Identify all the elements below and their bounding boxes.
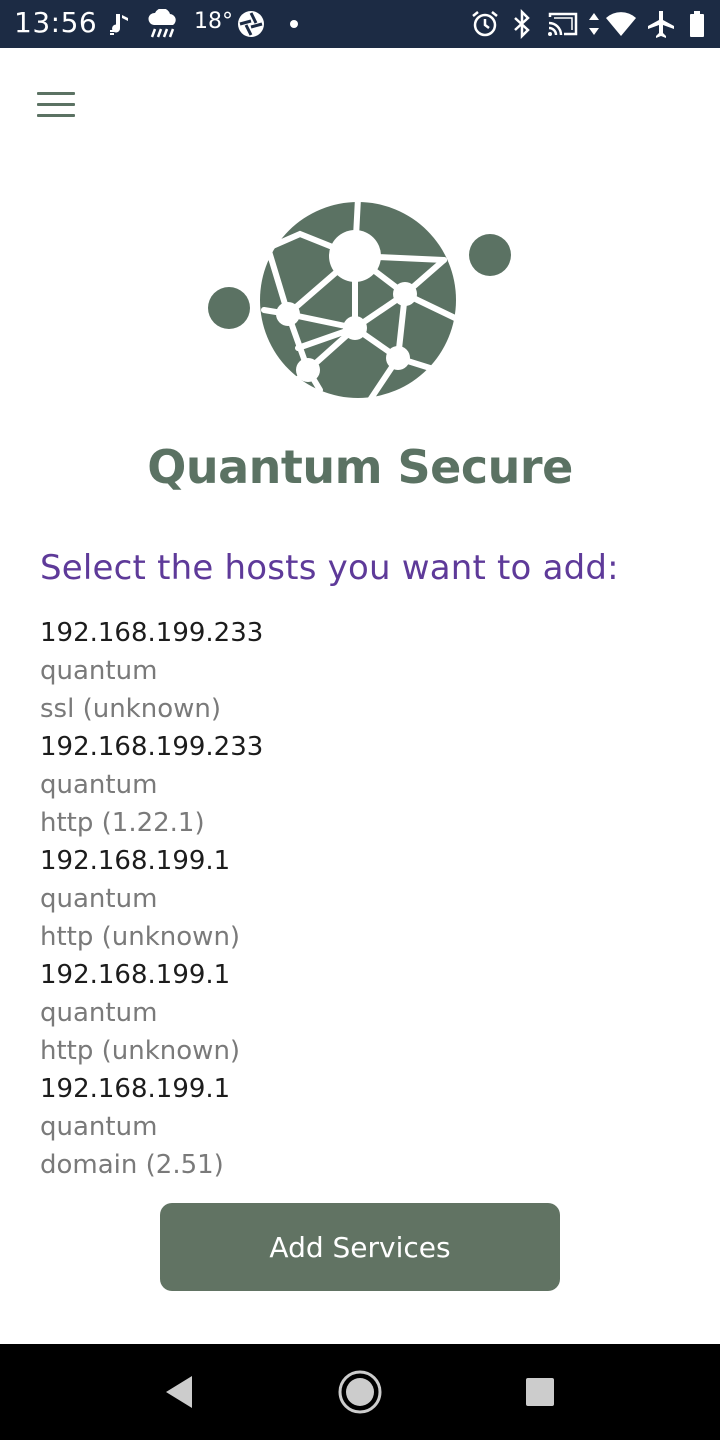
- nav-bar: [0, 1344, 720, 1440]
- host-service: domain (2.51): [40, 1150, 224, 1180]
- menu-button[interactable]: [28, 82, 84, 126]
- wifi-icon: [604, 8, 638, 40]
- host-item[interactable]: 192.168.199.233 quantum http (1.22.1): [40, 728, 680, 842]
- host-name: quantum: [40, 770, 158, 800]
- host-item[interactable]: 192.168.199.1 quantum domain (2.51): [40, 1070, 680, 1184]
- bluetooth-icon: [510, 8, 534, 40]
- recents-icon: [526, 1378, 554, 1406]
- section-title: Select the hosts you want to add:: [40, 548, 619, 588]
- back-icon: [166, 1376, 192, 1408]
- alarm-icon: [470, 8, 500, 40]
- network-globe-logo: [200, 190, 530, 410]
- host-service: http (unknown): [40, 922, 241, 952]
- cast-icon: [546, 8, 580, 40]
- status-temperature: 18°: [194, 9, 233, 34]
- host-ip: 192.168.199.233: [40, 732, 264, 762]
- home-button[interactable]: [330, 1368, 390, 1416]
- host-ip: 192.168.199.1: [40, 846, 231, 876]
- app-title: Quantum Secure: [147, 440, 573, 494]
- add-services-button[interactable]: Add Services: [160, 1203, 560, 1291]
- host-item[interactable]: 192.168.199.1 quantum http (unknown): [40, 956, 680, 1070]
- music-note-icon: [106, 8, 132, 40]
- recents-button[interactable]: [510, 1368, 570, 1416]
- host-ip: 192.168.199.1: [40, 1074, 231, 1104]
- aperture-icon: [236, 8, 266, 40]
- host-name: quantum: [40, 1112, 158, 1142]
- hamburger-menu-icon: [37, 91, 75, 95]
- home-icon: [338, 1370, 382, 1414]
- host-ip: 192.168.199.1: [40, 960, 231, 990]
- host-item[interactable]: 192.168.199.1 quantum http (unknown): [40, 842, 680, 956]
- host-name: quantum: [40, 998, 158, 1028]
- host-service: ssl (unknown): [40, 694, 222, 724]
- rain-icon: [146, 8, 180, 40]
- status-bar: 13:56 18°: [0, 0, 720, 48]
- host-name: quantum: [40, 656, 158, 686]
- status-time: 13:56: [14, 6, 98, 39]
- host-service: http (1.22.1): [40, 808, 205, 838]
- airplane-icon: [646, 8, 676, 40]
- data-arrows-icon: [588, 8, 600, 40]
- host-name: quantum: [40, 884, 158, 914]
- back-button[interactable]: [148, 1368, 208, 1416]
- host-item[interactable]: 192.168.199.233 quantum ssl (unknown): [40, 614, 680, 728]
- battery-icon: [688, 8, 706, 40]
- dot-icon: [288, 8, 300, 40]
- hosts-list: 192.168.199.233 quantum ssl (unknown) 19…: [40, 614, 680, 1184]
- host-ip: 192.168.199.233: [40, 618, 264, 648]
- host-service: http (unknown): [40, 1036, 241, 1066]
